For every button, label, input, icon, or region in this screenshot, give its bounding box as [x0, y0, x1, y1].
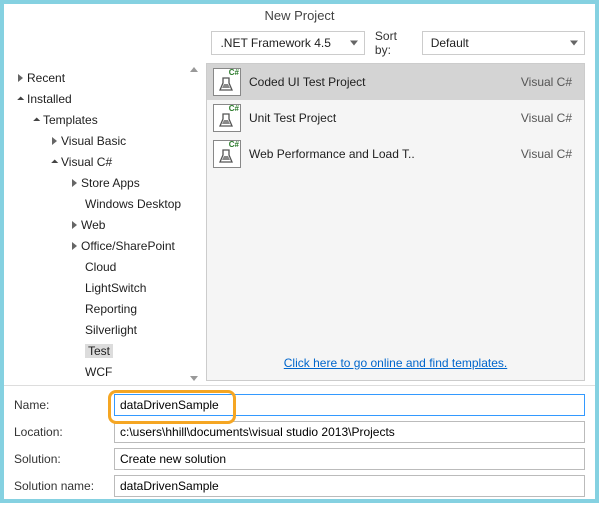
- sort-dropdown[interactable]: Default: [422, 31, 585, 55]
- nav-label: Web: [81, 218, 105, 232]
- solution-field-wrap: [114, 448, 585, 470]
- template-item-web-perf[interactable]: Web Performance and Load T.. Visual C#: [207, 136, 584, 172]
- nav-online[interactable]: Online: [12, 382, 199, 385]
- test-project-icon: [213, 104, 241, 132]
- nav-web[interactable]: Web: [12, 214, 199, 235]
- nav-test[interactable]: Test: [12, 340, 199, 361]
- template-item-unit-test[interactable]: Unit Test Project Visual C#: [207, 100, 584, 136]
- nav-reporting[interactable]: Reporting: [12, 298, 199, 319]
- no-icon: [72, 367, 81, 376]
- chevron-right-icon: [52, 137, 57, 145]
- template-name: Coded UI Test Project: [249, 75, 521, 89]
- sidebar-scrollbar[interactable]: [187, 63, 201, 385]
- name-field-wrap: [114, 394, 585, 416]
- solution-label: Solution:: [14, 452, 114, 466]
- no-icon: [72, 304, 81, 313]
- nav-label: Visual Basic: [61, 134, 126, 148]
- nav-label: Windows Desktop: [85, 197, 181, 211]
- template-lang: Visual C#: [521, 75, 572, 89]
- nav-label: Installed: [27, 92, 72, 106]
- chevron-right-icon: [72, 179, 77, 187]
- sidebar: Recent Installed Templates Visual Basic …: [4, 63, 204, 385]
- nav-label: Store Apps: [81, 176, 140, 190]
- nav-label: Recent: [27, 71, 65, 85]
- no-icon: [72, 346, 81, 355]
- name-label: Name:: [14, 398, 114, 412]
- location-input[interactable]: [114, 421, 585, 443]
- test-project-icon: [213, 140, 241, 168]
- nav-silverlight[interactable]: Silverlight: [12, 319, 199, 340]
- form-area: Name: Location: Solution: Solution name:: [4, 385, 595, 508]
- online-templates-link[interactable]: Click here to go online and find templat…: [284, 356, 507, 370]
- main-area: Recent Installed Templates Visual Basic …: [4, 63, 595, 385]
- nav-label: Cloud: [85, 260, 116, 274]
- row-name: Name:: [14, 394, 585, 416]
- template-lang: Visual C#: [521, 147, 572, 161]
- solution-name-field-wrap: [114, 475, 585, 497]
- nav-label: Office/SharePoint: [81, 239, 175, 253]
- nav-office-sharepoint[interactable]: Office/SharePoint: [12, 235, 199, 256]
- window-title: New Project: [4, 4, 595, 29]
- no-icon: [72, 199, 81, 208]
- no-icon: [72, 283, 81, 292]
- nav-label: WCF: [85, 365, 112, 379]
- nav-templates[interactable]: Templates: [12, 109, 199, 130]
- template-item-coded-ui[interactable]: Coded UI Test Project Visual C#: [207, 64, 584, 100]
- name-input[interactable]: [114, 394, 585, 416]
- nav-label: Reporting: [85, 302, 137, 316]
- chevron-down-icon: [51, 159, 58, 166]
- nav-label: Test: [85, 344, 113, 358]
- framework-value: .NET Framework 4.5: [220, 36, 330, 50]
- template-name: Unit Test Project: [249, 111, 521, 125]
- solution-name-label: Solution name:: [14, 479, 114, 493]
- nav-label: LightSwitch: [85, 281, 146, 295]
- framework-dropdown[interactable]: .NET Framework 4.5: [211, 31, 364, 55]
- template-lang: Visual C#: [521, 111, 572, 125]
- toolbar: .NET Framework 4.5 Sort by: Default: [4, 29, 595, 63]
- test-project-icon: [213, 68, 241, 96]
- chevron-down-icon: [33, 117, 40, 124]
- location-field-wrap: [114, 421, 585, 443]
- nav-installed[interactable]: Installed: [12, 88, 199, 109]
- nav-windows-desktop[interactable]: Windows Desktop: [12, 193, 199, 214]
- nav-cloud[interactable]: Cloud: [12, 256, 199, 277]
- row-solution: Solution:: [14, 448, 585, 470]
- no-icon: [72, 325, 81, 334]
- nav-visual-basic[interactable]: Visual Basic: [12, 130, 199, 151]
- chevron-right-icon: [18, 74, 23, 82]
- template-list: Coded UI Test Project Visual C# Unit Tes…: [206, 63, 585, 381]
- nav-store-apps[interactable]: Store Apps: [12, 172, 199, 193]
- nav-visual-csharp[interactable]: Visual C#: [12, 151, 199, 172]
- chevron-right-icon: [72, 242, 77, 250]
- sort-label: Sort by:: [375, 29, 416, 57]
- nav-recent[interactable]: Recent: [12, 67, 199, 88]
- row-location: Location:: [14, 421, 585, 443]
- template-name: Web Performance and Load T..: [249, 147, 521, 161]
- online-link-container: Click here to go online and find templat…: [207, 348, 584, 380]
- row-solution-name: Solution name:: [14, 475, 585, 497]
- nav-wcf[interactable]: WCF: [12, 361, 199, 382]
- nav-label: Silverlight: [85, 323, 137, 337]
- location-label: Location:: [14, 425, 114, 439]
- chevron-right-icon: [72, 221, 77, 229]
- solution-input[interactable]: [114, 448, 585, 470]
- no-icon: [72, 262, 81, 271]
- chevron-down-icon: [17, 96, 24, 103]
- nav-lightswitch[interactable]: LightSwitch: [12, 277, 199, 298]
- solution-name-input[interactable]: [114, 475, 585, 497]
- nav-label: Templates: [43, 113, 98, 127]
- nav-label: Visual C#: [61, 155, 112, 169]
- sort-value: Default: [431, 36, 469, 50]
